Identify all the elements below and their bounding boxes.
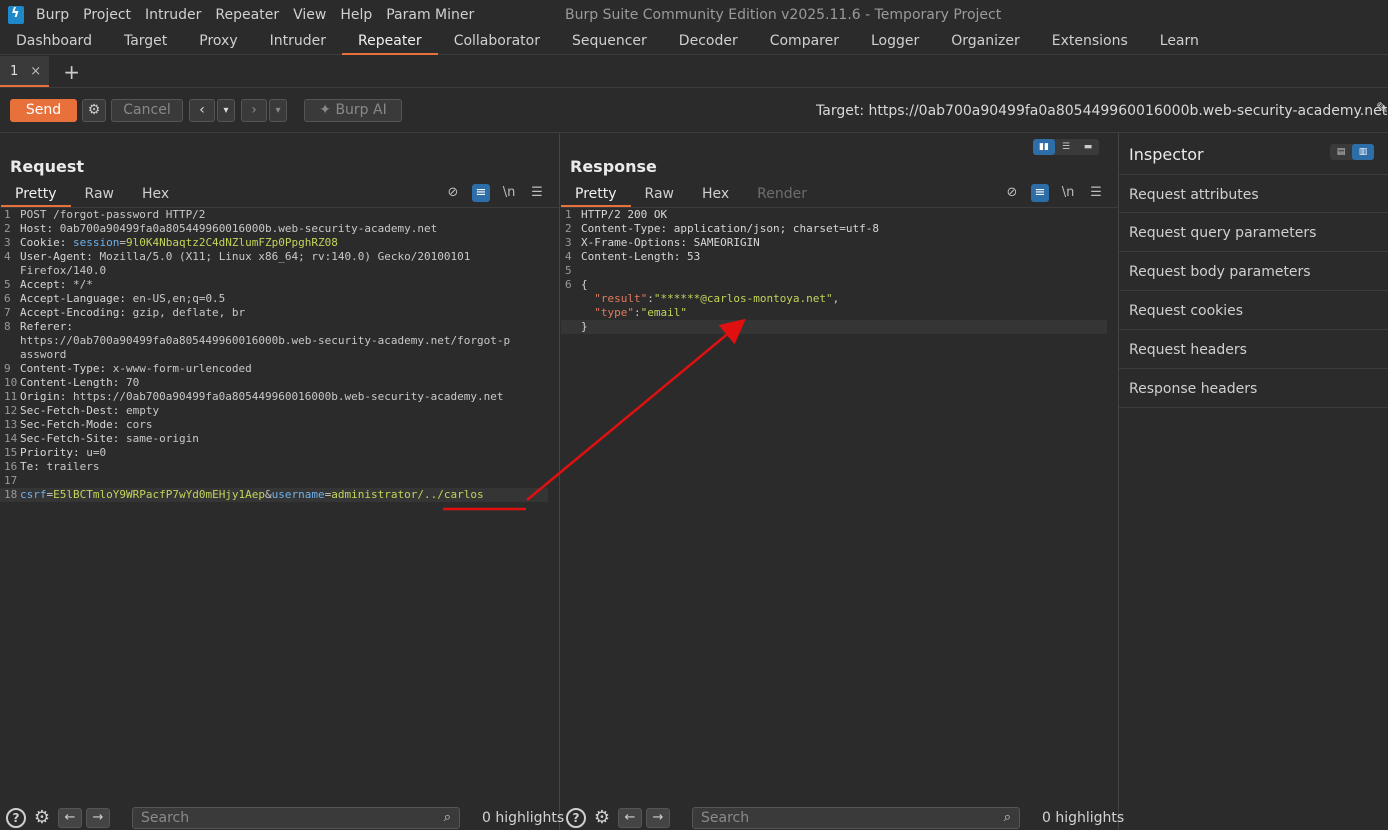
help-icon[interactable]: ? — [566, 808, 586, 828]
inspector-request-body-parameters[interactable]: Request body parameters — [1119, 252, 1388, 291]
inspector-title: Inspector — [1129, 145, 1204, 164]
inspector-dock-left-icon[interactable]: ▤ — [1330, 144, 1352, 160]
search-placeholder: Search — [701, 810, 750, 826]
request-search-bar: ? ⚙ ← → Search ⌕ 0 highlights — [6, 806, 564, 830]
search-icon: ⌕ — [1003, 810, 1011, 825]
response-search-input[interactable]: Search ⌕ — [692, 807, 1020, 829]
next-match-button[interactable]: → — [646, 808, 670, 828]
previous-match-button[interactable]: ← — [618, 808, 642, 828]
inspector-panel: Inspector ▤ ▥ Request attributes Request… — [1119, 133, 1388, 830]
next-match-button[interactable]: → — [86, 808, 110, 828]
inspector-dock-right-icon[interactable]: ▥ — [1352, 144, 1374, 160]
inspector-layout-toggle: ▤ ▥ — [1330, 144, 1374, 160]
response-search-bar: ? ⚙ ← → Search ⌕ 0 highlights — [566, 806, 1124, 830]
request-search-input[interactable]: Search ⌕ — [132, 807, 460, 829]
gear-icon[interactable]: ⚙ — [592, 808, 612, 828]
inspector-request-attributes[interactable]: Request attributes — [1119, 174, 1388, 213]
search-icon: ⌕ — [443, 810, 451, 825]
inspector-request-headers[interactable]: Request headers — [1119, 330, 1388, 369]
previous-match-button[interactable]: ← — [58, 808, 82, 828]
help-icon[interactable]: ? — [6, 808, 26, 828]
annotation-arrow — [526, 318, 746, 501]
search-placeholder: Search — [141, 810, 190, 826]
request-highlights-count: 0 highlights — [482, 810, 565, 826]
inspector-request-query-parameters[interactable]: Request query parameters — [1119, 213, 1388, 252]
response-highlights-count: 0 highlights — [1042, 810, 1125, 826]
gear-icon[interactable]: ⚙ — [32, 808, 52, 828]
inspector-request-cookies[interactable]: Request cookies — [1119, 291, 1388, 330]
inspector-response-headers[interactable]: Response headers — [1119, 369, 1388, 408]
